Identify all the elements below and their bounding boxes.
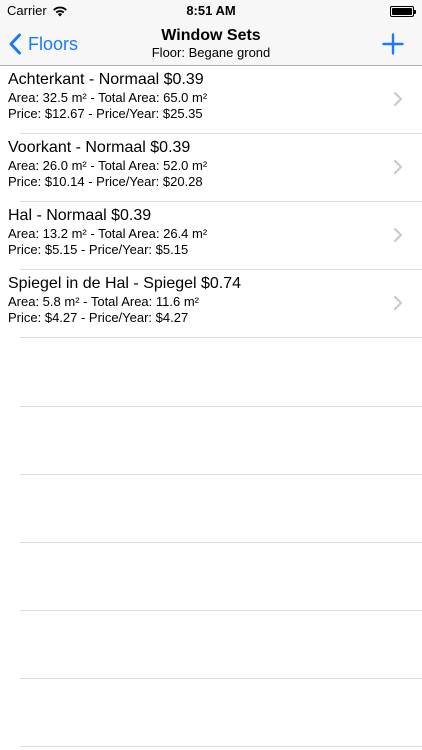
nav-title-group: Window Sets Floor: Begane grond [100,26,322,61]
screen: Carrier 8:51 AM Floors Window Sets Floor… [0,0,422,750]
window-set-price: Price: $5.15 - Price/Year: $5.15 [8,242,189,257]
window-set-area: Area: 5.8 m² - Total Area: 11.6 m² [8,294,199,309]
window-set-price: Price: $4.27 - Price/Year: $4.27 [8,310,189,325]
window-set-row[interactable]: Spiegel in de Hal - Spiegel $0.74 Area: … [0,270,422,338]
window-set-title: Hal - Normaal $0.39 [8,207,152,224]
empty-row-separator [20,678,422,679]
page-subtitle: Floor: Begane grond [151,45,271,60]
window-set-price: Price: $10.14 - Price/Year: $20.28 [8,174,203,189]
window-set-area: Area: 13.2 m² - Total Area: 26.4 m² [8,226,208,241]
battery-icon [390,6,416,17]
window-set-area: Area: 26.0 m² - Total Area: 52.0 m² [8,158,208,173]
window-set-price: Price: $12.67 - Price/Year: $25.35 [8,106,203,121]
window-set-row[interactable]: Voorkant - Normaal $0.39 Area: 26.0 m² -… [0,134,422,202]
window-set-list: Achterkant - Normaal $0.39 Area: 32.5 m²… [0,66,422,338]
chevron-left-icon [8,33,22,55]
status-time: 8:51 AM [186,3,236,18]
chevron-right-icon [394,160,402,174]
empty-row-separator [20,746,422,747]
window-set-title: Achterkant - Normaal $0.39 [8,71,204,88]
add-button[interactable] [382,33,404,55]
window-set-area: Area: 32.5 m² - Total Area: 65.0 m² [8,90,208,105]
plus-icon [382,33,404,55]
back-button[interactable]: Floors [8,30,78,58]
window-set-title: Spiegel in de Hal - Spiegel $0.74 [8,275,242,292]
page-title: Window Sets [161,27,261,44]
window-set-row[interactable]: Hal - Normaal $0.39 Area: 13.2 m² - Tota… [0,202,422,270]
window-set-row[interactable]: Achterkant - Normaal $0.39 Area: 32.5 m²… [0,66,422,134]
chevron-right-icon [394,92,402,106]
empty-row-separator [20,542,422,543]
status-bar: Carrier 8:51 AM [0,0,422,22]
empty-row-separator [20,610,422,611]
empty-row-separator [20,406,422,407]
empty-row-separator [20,474,422,475]
navigation-bar: Floors Window Sets Floor: Begane grond [0,22,422,66]
chevron-right-icon [394,228,402,242]
back-button-label: Floors [28,33,79,54]
window-set-title: Voorkant - Normaal $0.39 [8,139,191,156]
chevron-right-icon [394,296,402,310]
